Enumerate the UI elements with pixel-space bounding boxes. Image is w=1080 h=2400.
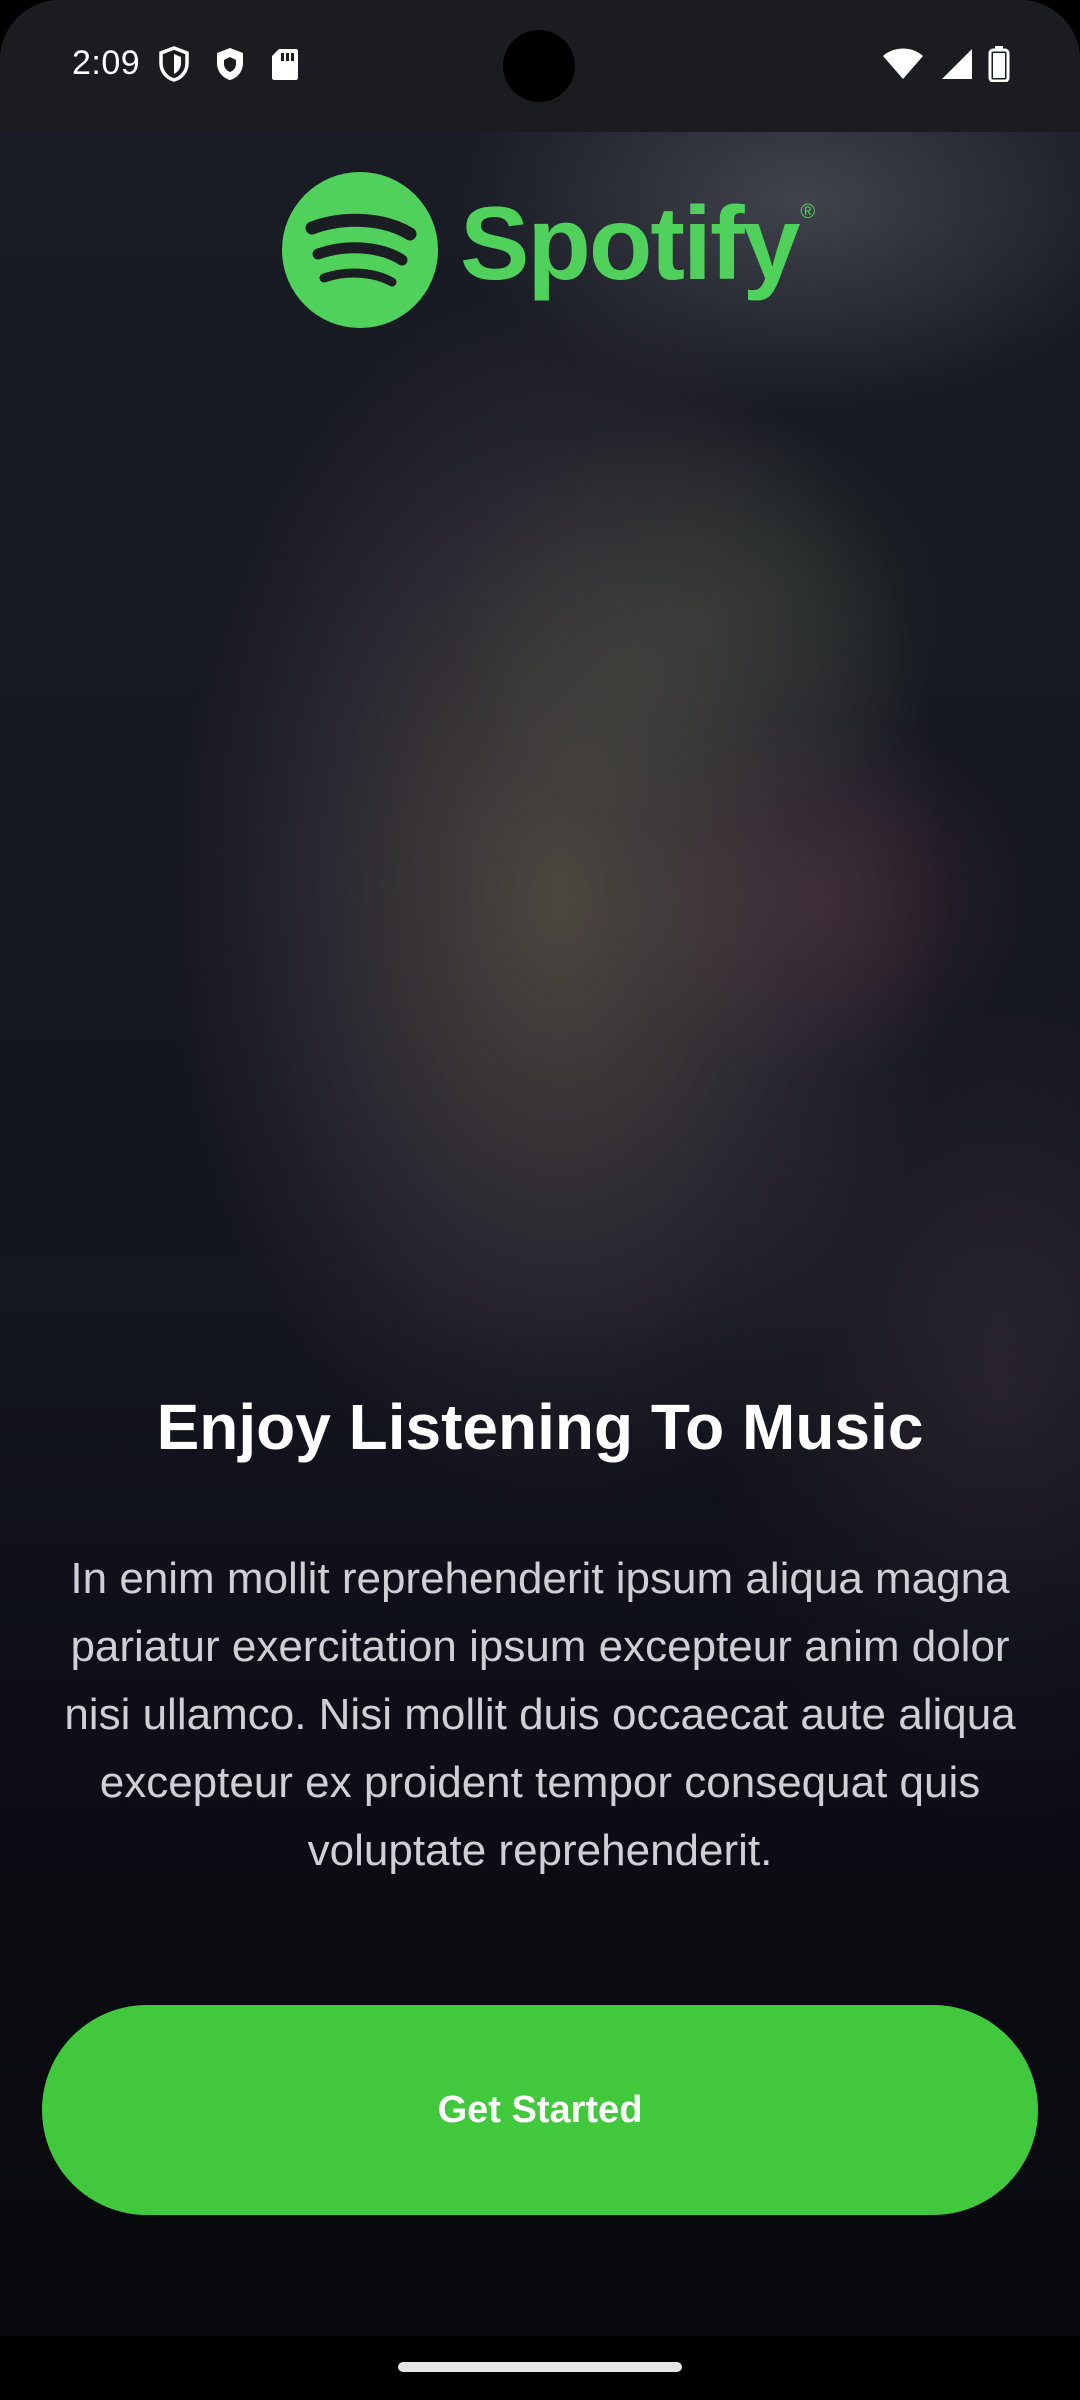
registered-mark: ® — [800, 200, 816, 223]
spotify-logo: Spotify ® — [282, 172, 815, 328]
spotify-logo-icon — [282, 172, 438, 328]
onboarding-headline: Enjoy Listening To Music — [156, 1391, 924, 1463]
screen: 2:09 Spotify ® Enjoy Listening To Music … — [0, 0, 1080, 2400]
get-started-button[interactable]: Get Started — [42, 2005, 1038, 2215]
home-indicator[interactable] — [398, 2362, 682, 2372]
cellular-signal-icon — [942, 49, 972, 79]
sd-card-icon — [272, 49, 298, 80]
wifi-icon — [883, 48, 923, 79]
status-bar: 2:09 — [0, 0, 1080, 132]
onboarding-description: In enim mollit reprehenderit ipsum aliqu… — [64, 1554, 1016, 1875]
shield-outline-icon — [159, 46, 189, 82]
front-camera-cutout — [503, 30, 575, 102]
shield-filled-icon — [217, 48, 243, 80]
battery-icon — [988, 46, 1010, 82]
status-icons-left — [158, 46, 300, 82]
status-time: 2:09 — [72, 44, 141, 82]
spotify-wordmark: Spotify — [460, 185, 800, 302]
status-icons-right — [882, 46, 1010, 82]
